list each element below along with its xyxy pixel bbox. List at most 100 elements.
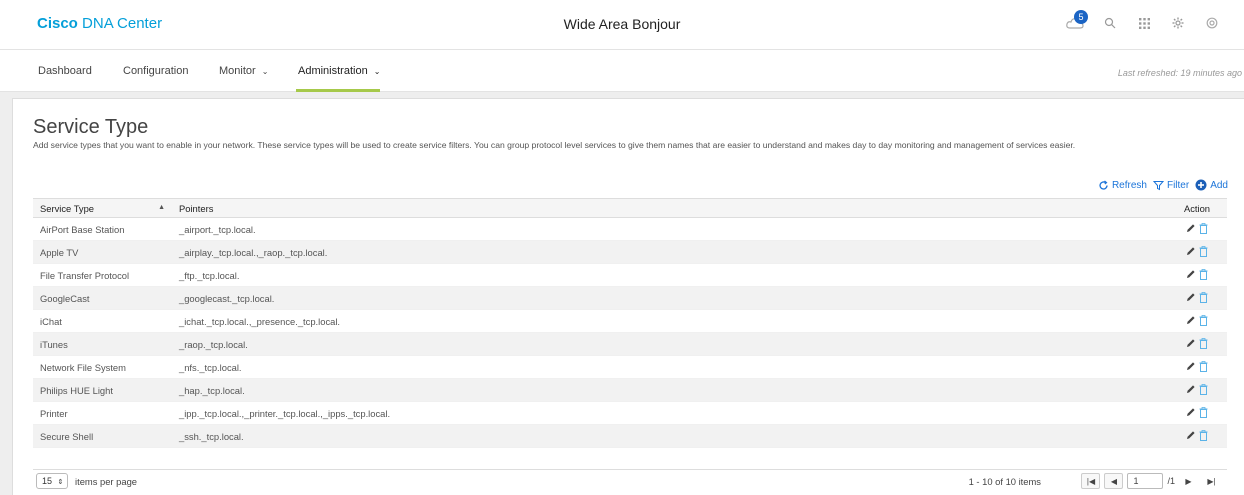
pointers-cell: _nfs._tcp.local.: [172, 355, 1167, 379]
filter-button[interactable]: Filter: [1152, 179, 1190, 191]
last-refreshed: Last refreshed: 19 minutes ago: [1117, 68, 1242, 78]
service-type-cell: iChat: [33, 309, 172, 333]
action-cell: [1167, 309, 1227, 333]
edit-pencil-icon[interactable]: [1186, 338, 1196, 348]
pointers-cell: _hap._tcp.local.: [172, 378, 1167, 402]
filter-label: Filter: [1166, 179, 1190, 191]
edit-pencil-icon[interactable]: [1186, 430, 1196, 440]
action-cell: [1167, 263, 1227, 287]
column-header-pointers[interactable]: Pointers: [172, 198, 1167, 218]
app-title: Wide Area Bonjour: [563, 16, 681, 32]
sort-ascending-icon: ▲: [158, 203, 165, 211]
action-cell: [1167, 378, 1227, 402]
pointers-cell: _airport._tcp.local.: [172, 217, 1167, 241]
edit-pencil-icon[interactable]: [1186, 246, 1196, 256]
refresh-label: Refresh: [1111, 179, 1147, 191]
table-footer: 15 ⇕ items per page 1 - 10 of 10 items |…: [33, 469, 1227, 493]
action-cell: [1167, 355, 1227, 379]
action-cell: [1167, 401, 1227, 425]
table-row: GoogleCast _googlecast._tcp.local.: [33, 286, 1227, 310]
nav-monitor-label: Monitor: [219, 65, 256, 77]
pagination: |◀ ◀ 1 /1 ▶ ▶|: [1081, 473, 1221, 489]
delete-trash-icon[interactable]: [1199, 222, 1208, 234]
service-type-cell: Network File System: [33, 355, 172, 379]
delete-trash-icon[interactable]: [1199, 291, 1208, 303]
nav-administration-label: Administration: [298, 65, 368, 77]
edit-pencil-icon[interactable]: [1186, 315, 1196, 325]
delete-trash-icon[interactable]: [1199, 268, 1208, 280]
pointers-cell: _ssh._tcp.local.: [172, 424, 1167, 448]
delete-trash-icon[interactable]: [1199, 406, 1208, 418]
service-type-cell: GoogleCast: [33, 286, 172, 310]
edit-pencil-icon[interactable]: [1186, 292, 1196, 302]
total-pages: /1: [1167, 476, 1175, 486]
last-page-icon: ▶|: [1207, 476, 1216, 486]
service-type-cell: Apple TV: [33, 240, 172, 264]
pointers-cell: _airplay._tcp.local.,_raop._tcp.local.: [172, 240, 1167, 264]
content-panel: Service Type Add service types that you …: [12, 98, 1244, 495]
plus-circle-icon: [1195, 179, 1207, 191]
pointers-cell: _googlecast._tcp.local.: [172, 286, 1167, 310]
delete-trash-icon[interactable]: [1199, 245, 1208, 257]
action-cell: [1167, 286, 1227, 310]
help-icon[interactable]: [1202, 13, 1222, 33]
table-row: iChat _ichat._tcp.local.,_presence._tcp.l…: [33, 309, 1227, 333]
delete-trash-icon[interactable]: [1199, 337, 1208, 349]
items-per-page-select[interactable]: 15 ⇕: [36, 473, 68, 489]
pointers-cell: _ftp._tcp.local.: [172, 263, 1167, 287]
next-page-button[interactable]: ▶: [1179, 473, 1198, 489]
prev-page-button[interactable]: ◀: [1104, 473, 1124, 489]
delete-trash-icon[interactable]: [1199, 429, 1208, 441]
edit-pencil-icon[interactable]: [1186, 384, 1196, 394]
chevron-down-icon: ⌄: [261, 67, 269, 76]
edit-pencil-icon[interactable]: [1186, 269, 1196, 279]
first-page-icon: |◀: [1086, 476, 1096, 486]
notification-badge: 5: [1074, 10, 1088, 24]
table-actions: Refresh Filter Add: [1098, 179, 1228, 191]
add-button[interactable]: Add: [1195, 179, 1228, 191]
service-type-table: Service Type ▲ Pointers Action AirPort B…: [33, 198, 1227, 448]
pointers-cell: _raop._tcp.local.: [172, 332, 1167, 356]
last-page-button[interactable]: ▶|: [1202, 473, 1221, 489]
pointers-cell: _ichat._tcp.local.,_presence._tcp.local.: [172, 309, 1167, 333]
items-per-page-label: items per page: [75, 476, 138, 487]
service-type-cell: Philips HUE Light: [33, 378, 172, 402]
first-page-button[interactable]: |◀: [1081, 473, 1101, 489]
delete-trash-icon[interactable]: [1199, 360, 1208, 372]
action-cell: [1167, 217, 1227, 241]
items-range: 1 - 10 of 10 items: [968, 476, 1041, 487]
nav-dashboard[interactable]: Dashboard: [38, 65, 92, 77]
edit-pencil-icon[interactable]: [1186, 223, 1196, 233]
gear-icon[interactable]: [1168, 13, 1188, 33]
refresh-icon: [1099, 180, 1108, 190]
column-header-action: Action: [1167, 198, 1227, 218]
table-row: Network File System _nfs._tcp.local.: [33, 355, 1227, 379]
delete-trash-icon[interactable]: [1199, 383, 1208, 395]
nav-configuration[interactable]: Configuration: [123, 65, 188, 77]
apps-grid-icon[interactable]: [1134, 13, 1154, 33]
table-row: iTunes _raop._tcp.local.: [33, 332, 1227, 356]
table-row: Secure Shell _ssh._tcp.local.: [33, 424, 1227, 448]
edit-pencil-icon[interactable]: [1186, 361, 1196, 371]
service-type-cell: Secure Shell: [33, 424, 172, 448]
header-icons: 5: [1066, 10, 1222, 33]
column-header-service-type[interactable]: Service Type ▲: [33, 198, 172, 218]
top-bar: Cisco DNA Center Wide Area Bonjour 5: [0, 0, 1244, 50]
search-icon[interactable]: [1100, 13, 1120, 33]
table-row: File Transfer Protocol _ftp._tcp.local.: [33, 263, 1227, 287]
table-row: Apple TV _airplay._tcp.local.,_raop._tcp.…: [33, 240, 1227, 264]
cloud-notification-icon[interactable]: 5: [1066, 10, 1088, 33]
prev-page-icon: ◀: [1110, 476, 1118, 486]
action-cell: [1167, 240, 1227, 264]
next-page-icon: ▶: [1185, 476, 1192, 486]
page-title: Service Type: [33, 116, 149, 138]
edit-pencil-icon[interactable]: [1186, 407, 1196, 417]
refresh-button[interactable]: Refresh: [1098, 180, 1147, 191]
delete-trash-icon[interactable]: [1199, 314, 1208, 326]
add-label: Add: [1210, 179, 1228, 191]
nav-administration[interactable]: Administration ⌄: [298, 65, 380, 77]
pointers-cell: _ipp._tcp.local.,_printer._tcp.local.,_i…: [172, 401, 1167, 425]
nav-monitor[interactable]: Monitor ⌄: [219, 65, 268, 77]
column-header-label: Service Type: [40, 202, 95, 214]
page-number-input[interactable]: 1: [1127, 473, 1164, 489]
